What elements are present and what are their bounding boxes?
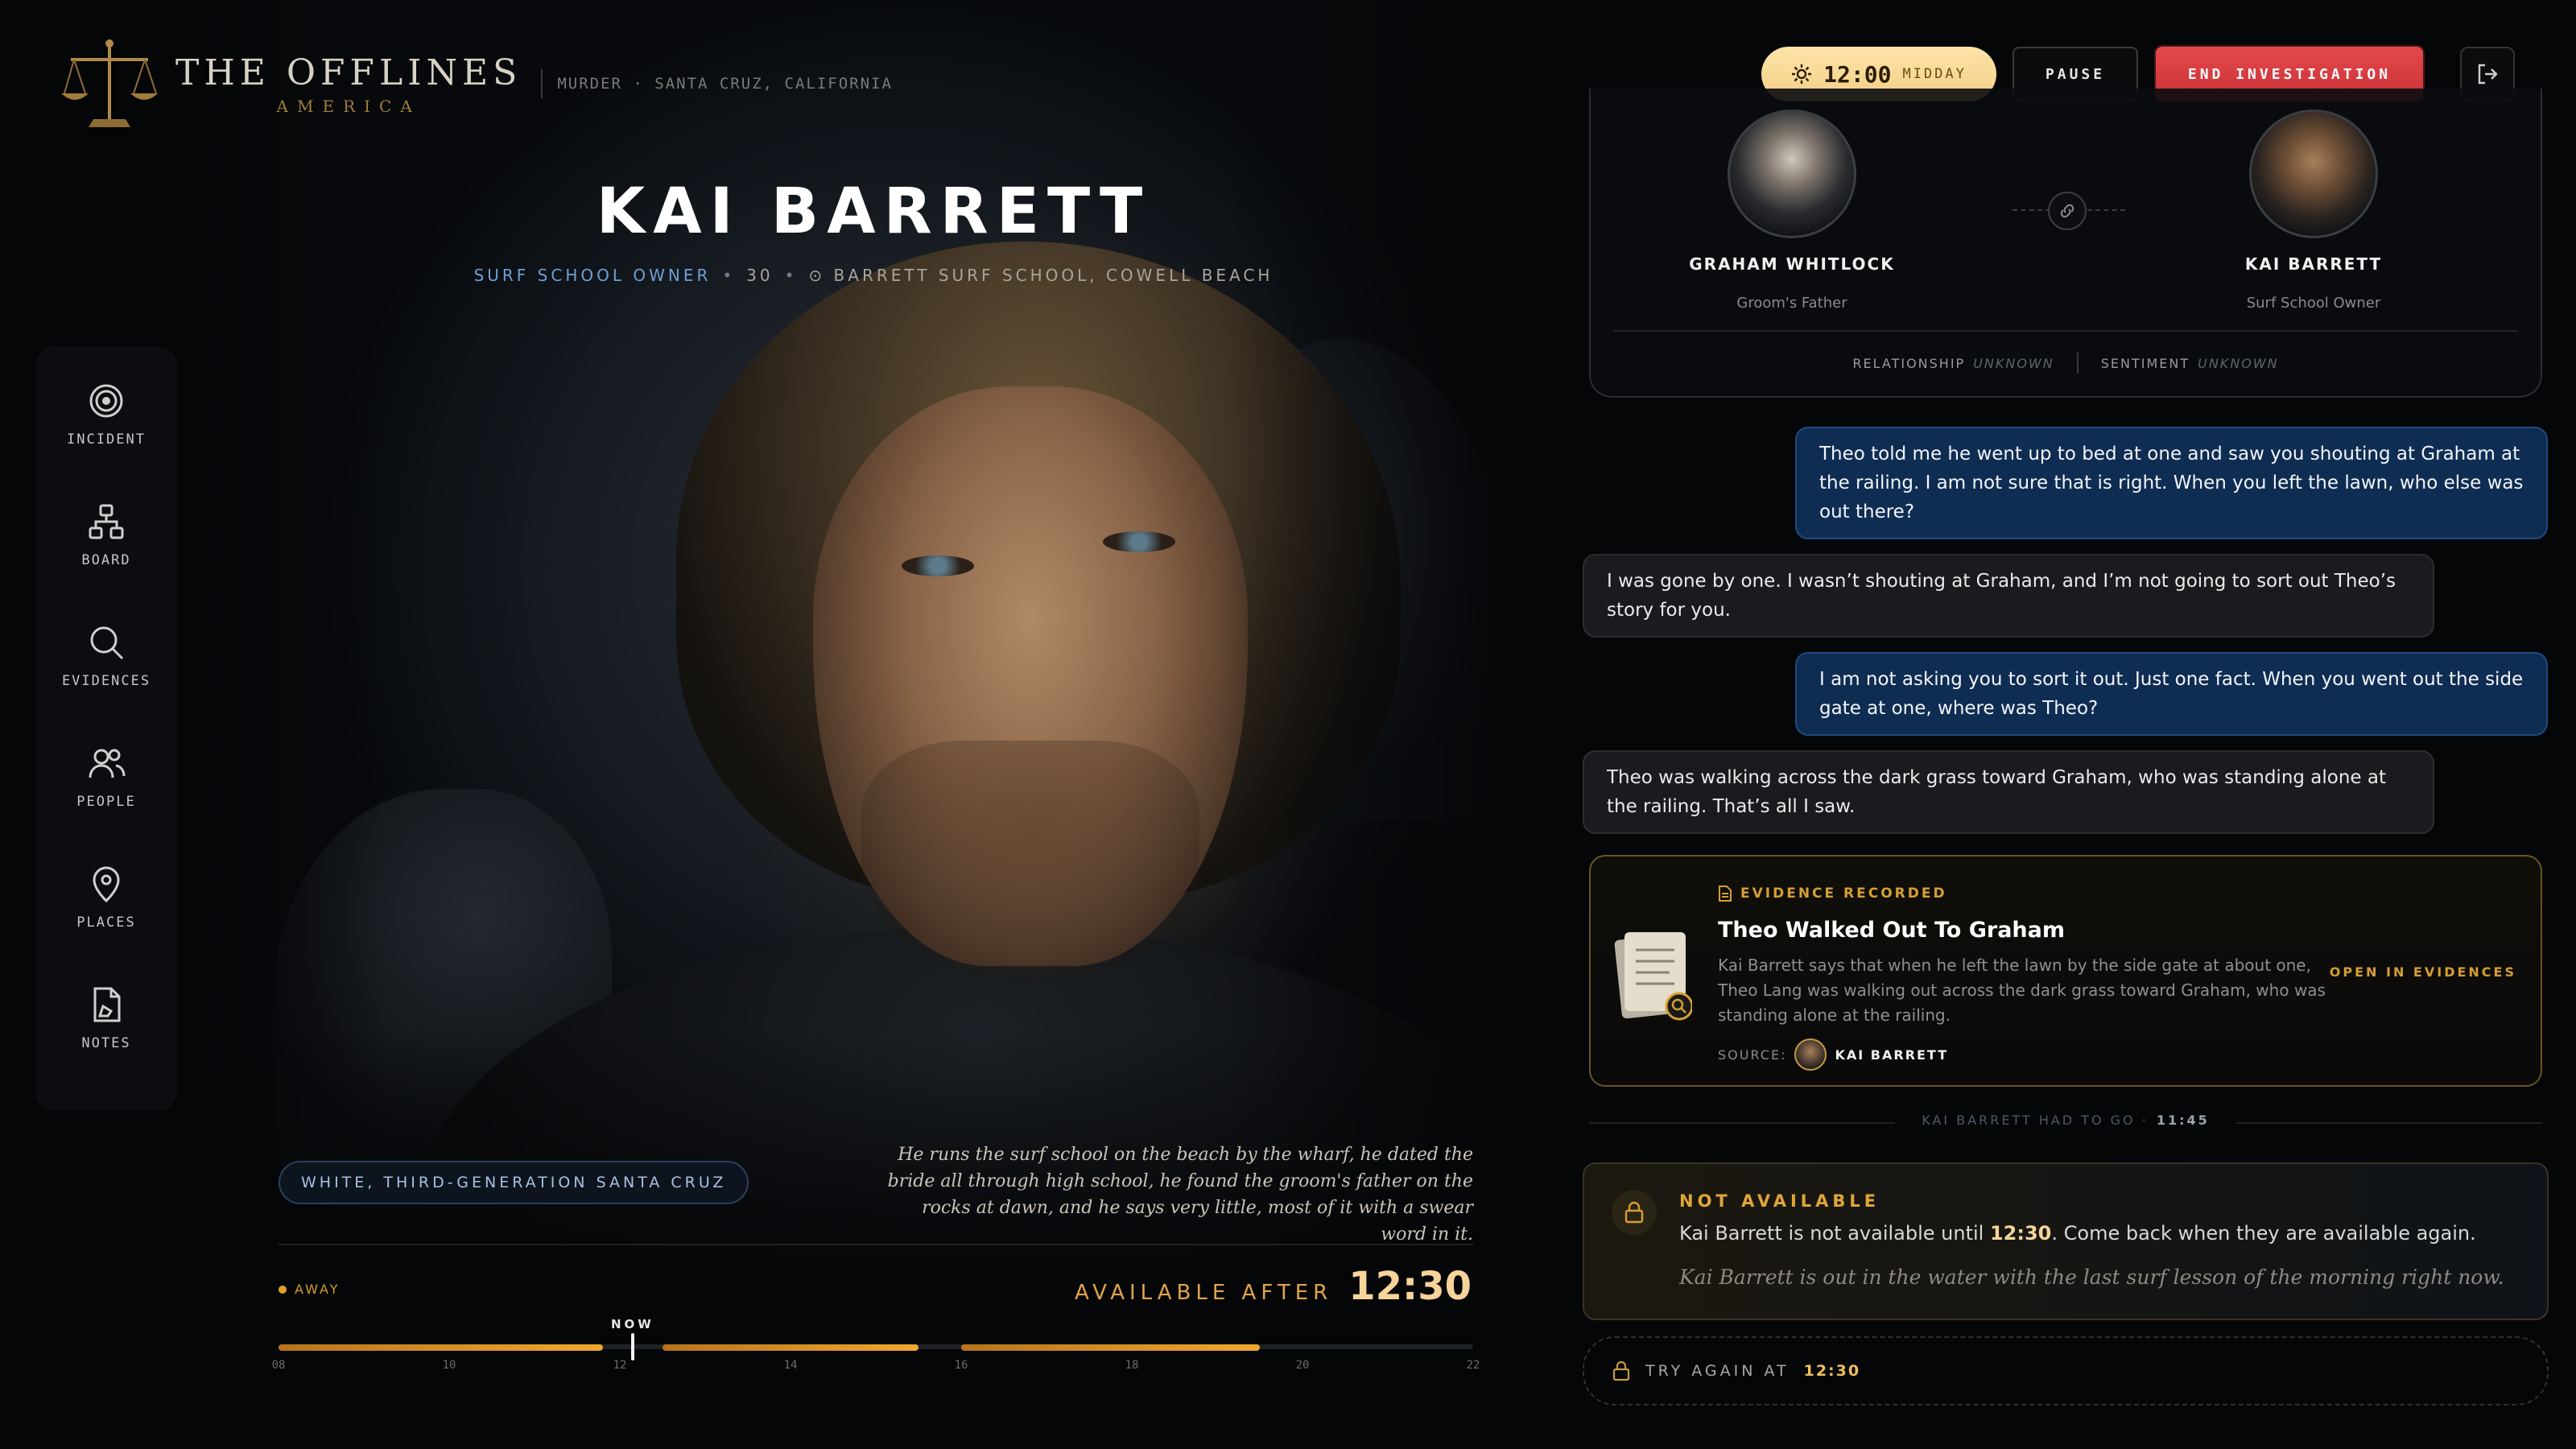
not-available-text: Kai Barrett is not available until 12:30… [1679,1222,2476,1245]
not-available-title: NOT AVAILABLE [1679,1191,1880,1211]
relationship-card: GRAHAM WHITLOCK Groom's Father KAI BARRE… [1589,89,2542,398]
sidebar-nav: INCIDENT BOARD EVIDENCES PEOPLE PLACES N… [35,346,177,1111]
scales-logo-icon [61,39,158,127]
evidence-recorded-card[interactable]: EVIDENCE RECORDED Theo Walked Out To Gra… [1589,855,2542,1087]
source-name: KAI BARRETT [1835,1046,1949,1063]
availability: AVAILABLE AFTER 12:30 [1075,1264,1472,1309]
evidence-body: Kai Barrett says that when he left the l… [1718,956,2326,1025]
pin-icon [93,866,120,903]
nav-label: BOARD [81,552,131,568]
separator [2076,353,2079,374]
lock-icon [1612,1360,1630,1381]
status-dot [279,1285,287,1294]
target-icon [89,384,123,418]
person-graham[interactable]: GRAHAM WHITLOCK Groom's Father [1687,109,1897,312]
clock-time: 12:00 [1823,60,1892,88]
timeline-available-segment [961,1344,1260,1351]
not-available-note: Kai Barrett is out in the water with the… [1679,1265,2504,1289]
timeline-now-label: NOW [610,1317,654,1331]
session-ended-notice: KAI BARRETT HAD TO GO · 11:45 [1922,1113,2210,1128]
nav-label: PLACES [76,914,136,931]
sentiment-field: SENTIMENT UNKNOWN [2100,355,2279,371]
timeline-tick-label: 20 [1295,1359,1310,1372]
evidence-title: Theo Walked Out To Graham [1718,918,2065,943]
relationship-status: RELATIONSHIP UNKNOWN SENTIMENT UNKNOWN [1591,353,2541,374]
nav-label: EVIDENCES [61,673,151,689]
relationship-field: RELATIONSHIP UNKNOWN [1852,355,2054,371]
character-role: SURF SCHOOL OWNER [473,266,712,285]
file-icon [1719,886,1732,902]
availability-time: 12:30 [1348,1264,1472,1309]
chat-message-player: I am not asking you to sort it out. Just… [1795,652,2548,736]
timeline-tick-label: 14 [783,1359,798,1372]
sun-icon [1792,64,1812,84]
avatar [2249,109,2378,238]
brand-name: THE OFFLINES [175,52,522,93]
chat-message-character: Theo was walking across the dark grass t… [1583,750,2434,834]
status-badge: AWAY [279,1282,341,1297]
nav-label: PEOPLE [76,794,136,810]
avatar [1728,109,1856,238]
logout-icon [2478,64,2498,85]
availability-label: AVAILABLE AFTER [1074,1281,1333,1305]
evidence-header: EVIDENCE RECORDED [1718,886,1947,902]
timeline-tick-label: 22 [1466,1359,1480,1372]
not-available-card: NOT AVAILABLE Kai Barrett is not availab… [1583,1162,2549,1320]
character-name: KAI BARRETT [596,175,1151,248]
character-meta: SURF SCHOOL OWNER • 30 • ⊙ BARRETT SURF SCHO… [473,266,1274,285]
case-label: MURDER · SANTA CRUZ, CALIFORNIA [557,75,893,93]
nav-item-evidences[interactable]: EVIDENCES [62,623,151,689]
link-icon [2048,192,2087,230]
clock-period: MIDDAY [1902,66,1967,82]
try-again-time: 12:30 [1803,1362,1861,1380]
chat-message-player: Theo told me he went up to bed at one an… [1795,427,2548,539]
character-bio: He runs the surf school on the beach by … [887,1145,1473,1245]
person-name: KAI BARRETT [2244,254,2383,274]
open-in-evidences-link[interactable]: OPEN IN EVIDENCES [2330,964,2516,980]
character-age: 30 [746,266,774,285]
nav-item-places[interactable]: PLACES [76,865,135,931]
timeline-now-marker [630,1333,634,1360]
person-role: Groom's Father [1736,295,1847,312]
timeline-tick-label: 16 [954,1359,968,1372]
timeline-tick-label: 08 [271,1359,286,1372]
brand-header: THE OFFLINES AMERICA MURDER · SANTA CRUZ… [58,35,893,132]
timeline-available-segment [279,1344,603,1351]
timeline-tick-label: 10 [442,1359,456,1372]
status-text: AWAY [295,1282,341,1297]
board-icon [89,504,124,539]
nav-item-people[interactable]: PEOPLE [76,744,135,810]
person-kai[interactable]: KAI BARRETT Surf School Owner [2209,109,2418,312]
divider [279,1244,1473,1245]
nav-item-incident[interactable]: INCIDENT [67,382,146,448]
nav-item-notes[interactable]: NOTES [81,985,130,1051]
person-role: Surf School Owner [2246,295,2381,312]
evidence-source: SOURCE: KAI BARRETT [1718,1038,1948,1071]
character-tag: WHITE, THIRD-GENERATION SANTA CRUZ [279,1161,749,1204]
try-again-label: TRY AGAIN AT [1645,1362,1790,1380]
document-icon [1614,932,1692,1021]
person-name: GRAHAM WHITLOCK [1689,254,1895,274]
brand-divider [541,69,543,98]
location-pin-icon: ⊙ [808,266,834,285]
availability-timeline: NOW 08 10 12 14 16 18 20 22 [272,1317,1480,1381]
notes-icon [93,987,121,1022]
timeline-available-segment [663,1344,919,1351]
nav-item-board[interactable]: BOARD [81,502,130,568]
timeline-tick-label: 12 [613,1359,627,1372]
nav-label: INCIDENT [67,431,146,448]
search-icon [90,626,124,660]
character-location: BARRETT SURF SCHOOL, COWELL BEACH [833,266,1274,285]
brand-subtitle: AMERICA [276,96,421,116]
try-again-button[interactable]: TRY AGAIN AT 12:30 [1583,1336,2549,1406]
avatar [1794,1038,1827,1071]
people-icon [89,749,126,778]
lock-icon [1612,1190,1657,1235]
divider [1613,330,2518,332]
timeline-tick-label: 18 [1125,1359,1139,1372]
chat-message-character: I was gone by one. I wasn’t shouting at … [1583,554,2434,638]
nav-label: NOTES [81,1035,131,1051]
